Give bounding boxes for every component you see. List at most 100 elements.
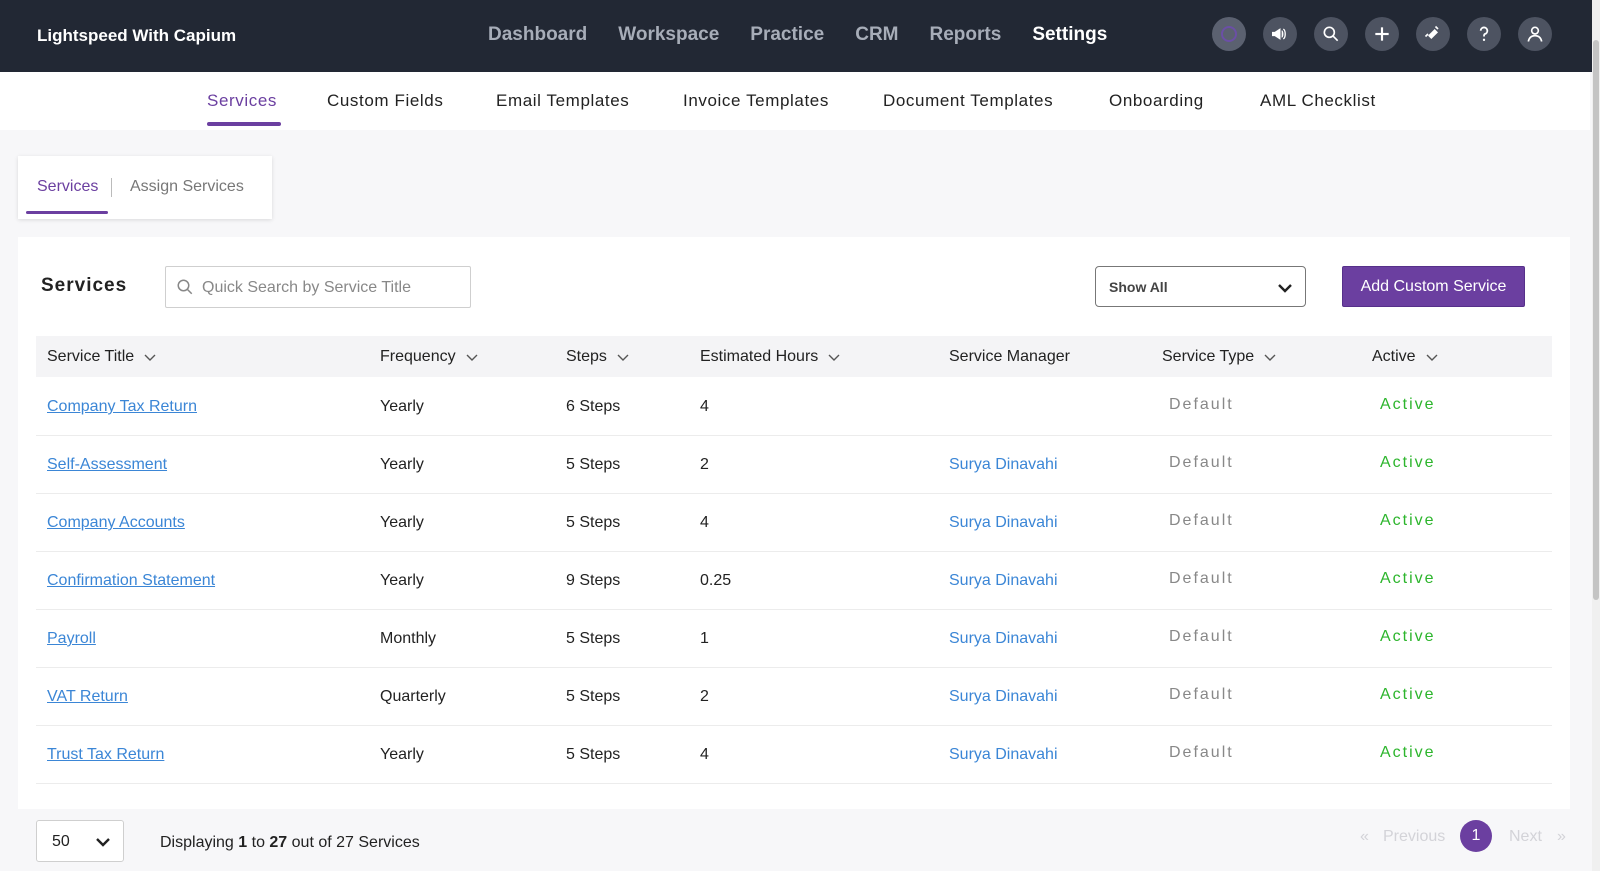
service-title-link[interactable]: Trust Tax Return	[47, 746, 164, 764]
ticket-icon[interactable]	[1416, 17, 1450, 51]
service-title-link[interactable]: Confirmation Statement	[47, 572, 215, 590]
column-header-service-type[interactable]: Service Type	[1162, 348, 1276, 366]
column-header-service-title[interactable]: Service Title	[47, 348, 156, 366]
tab-aml-checklist[interactable]: AML Checklist	[1260, 91, 1376, 111]
displaying-summary: Displaying 1 to 27 out of 27 Services	[160, 834, 420, 852]
frequency-cell: Monthly	[380, 630, 437, 647]
page-scrollbar[interactable]	[1592, 0, 1600, 871]
hours-cell: 4	[700, 398, 709, 415]
hours-cell: 4	[700, 746, 709, 763]
services-inner-tabs: Services Assign Services	[18, 156, 272, 219]
inner-tab-assign-services[interactable]: Assign Services	[130, 178, 244, 196]
service-title-link[interactable]: Company Tax Return	[47, 398, 197, 416]
frequency-cell: Yearly	[380, 398, 424, 415]
steps-cell: 9 Steps	[566, 572, 621, 589]
scrollbar-thumb[interactable]	[1593, 40, 1599, 600]
main-nav: Dashboard Workspace Practice CRM Reports…	[488, 24, 1138, 46]
last-page-link[interactable]: »	[1557, 828, 1566, 846]
column-header-estimated-hours[interactable]: Estimated Hours	[700, 348, 840, 366]
nav-item-crm[interactable]: CRM	[855, 24, 898, 46]
active-tab-underline	[207, 122, 281, 126]
column-label: Estimated Hours	[700, 348, 819, 365]
column-label: Steps	[566, 348, 607, 365]
service-search-input[interactable]	[202, 275, 462, 301]
nav-item-dashboard[interactable]: Dashboard	[488, 24, 587, 46]
search-icon[interactable]	[1314, 17, 1348, 51]
tab-email-templates[interactable]: Email Templates	[496, 91, 629, 111]
column-label: Service Manager	[949, 348, 1070, 365]
nav-item-reports[interactable]: Reports	[930, 24, 1002, 46]
manager-cell: Surya Dinavahi	[949, 630, 1058, 647]
user-icon[interactable]	[1518, 17, 1552, 51]
steps-cell: 5 Steps	[566, 514, 621, 531]
top-icon-group	[1212, 17, 1569, 51]
column-label: Service Type	[1162, 348, 1255, 365]
column-header-active[interactable]: Active	[1372, 348, 1438, 366]
steps-cell: 5 Steps	[566, 630, 621, 647]
previous-page-link[interactable]: Previous	[1383, 828, 1445, 846]
column-header-service-manager: Service Manager	[949, 348, 1070, 366]
service-title-link[interactable]: Company Accounts	[47, 514, 185, 532]
service-search-box	[165, 266, 471, 308]
status-cell[interactable]: Active	[1380, 512, 1436, 530]
summary-from: 1	[238, 834, 248, 851]
show-filter-select[interactable]: Show All	[1095, 266, 1306, 307]
summary-to: 27	[269, 834, 288, 851]
steps-cell: 5 Steps	[566, 746, 621, 763]
status-cell[interactable]: Active	[1380, 744, 1436, 762]
next-page-link[interactable]: Next	[1509, 828, 1542, 846]
tab-custom-fields[interactable]: Custom Fields	[327, 91, 443, 111]
nav-item-workspace[interactable]: Workspace	[618, 24, 719, 46]
chevron-down-icon	[617, 354, 629, 361]
inner-tab-services[interactable]: Services	[37, 178, 98, 196]
steps-cell: 6 Steps	[566, 398, 621, 415]
first-page-link[interactable]: «	[1360, 828, 1369, 846]
status-cell[interactable]: Active	[1380, 686, 1436, 704]
status-cell[interactable]: Active	[1380, 570, 1436, 588]
service-title-link[interactable]: Self-Assessment	[47, 456, 167, 474]
service-title-link[interactable]: VAT Return	[47, 688, 128, 706]
tab-document-templates[interactable]: Document Templates	[883, 91, 1053, 111]
megaphone-icon[interactable]	[1263, 17, 1297, 51]
tab-invoice-templates[interactable]: Invoice Templates	[683, 91, 829, 111]
card-title: Services	[41, 275, 128, 296]
chevron-down-icon	[1278, 284, 1292, 293]
summary-to-word: to	[247, 834, 270, 851]
frequency-cell: Yearly	[380, 572, 424, 589]
summary-prefix: Displaying	[160, 834, 239, 851]
table-row: Confirmation Statement Yearly 9 Steps 0.…	[36, 551, 1552, 610]
frequency-cell: Yearly	[380, 746, 424, 763]
nav-item-settings[interactable]: Settings	[1032, 24, 1107, 46]
plus-icon[interactable]	[1365, 17, 1399, 51]
nav-item-practice[interactable]: Practice	[750, 24, 824, 46]
chevron-down-icon	[96, 838, 110, 847]
status-cell[interactable]: Active	[1380, 396, 1436, 414]
inner-tab-underline	[26, 211, 108, 214]
tab-divider	[111, 178, 112, 197]
status-cell[interactable]: Active	[1380, 454, 1436, 472]
add-custom-service-button[interactable]: Add Custom Service	[1342, 266, 1525, 307]
help-icon[interactable]	[1467, 17, 1501, 51]
page-number-current[interactable]: 1	[1460, 820, 1492, 852]
org-logo-icon[interactable]	[1212, 17, 1246, 51]
service-type-cell: Default	[1169, 628, 1234, 645]
page-size-select[interactable]: 50	[36, 820, 124, 862]
service-type-cell: Default	[1169, 686, 1234, 703]
column-header-frequency[interactable]: Frequency	[380, 348, 478, 366]
chevron-down-icon	[1264, 354, 1276, 361]
tab-services[interactable]: Services	[207, 91, 277, 111]
page-size-value: 50	[52, 833, 70, 850]
status-cell[interactable]: Active	[1380, 628, 1436, 646]
table-header: Service Title Frequency Steps Estimated …	[36, 336, 1552, 377]
hours-cell: 2	[700, 456, 709, 473]
manager-cell: Surya Dinavahi	[949, 514, 1058, 531]
column-header-steps[interactable]: Steps	[566, 348, 629, 366]
chevron-down-icon	[144, 354, 156, 361]
service-title-link[interactable]: Payroll	[47, 630, 96, 648]
manager-cell: Surya Dinavahi	[949, 688, 1058, 705]
column-label: Frequency	[380, 348, 456, 365]
table-row: Company Tax Return Yearly 6 Steps 4 Defa…	[36, 377, 1552, 436]
service-type-cell: Default	[1169, 570, 1234, 587]
tab-onboarding[interactable]: Onboarding	[1109, 91, 1204, 111]
service-type-cell: Default	[1169, 396, 1234, 413]
